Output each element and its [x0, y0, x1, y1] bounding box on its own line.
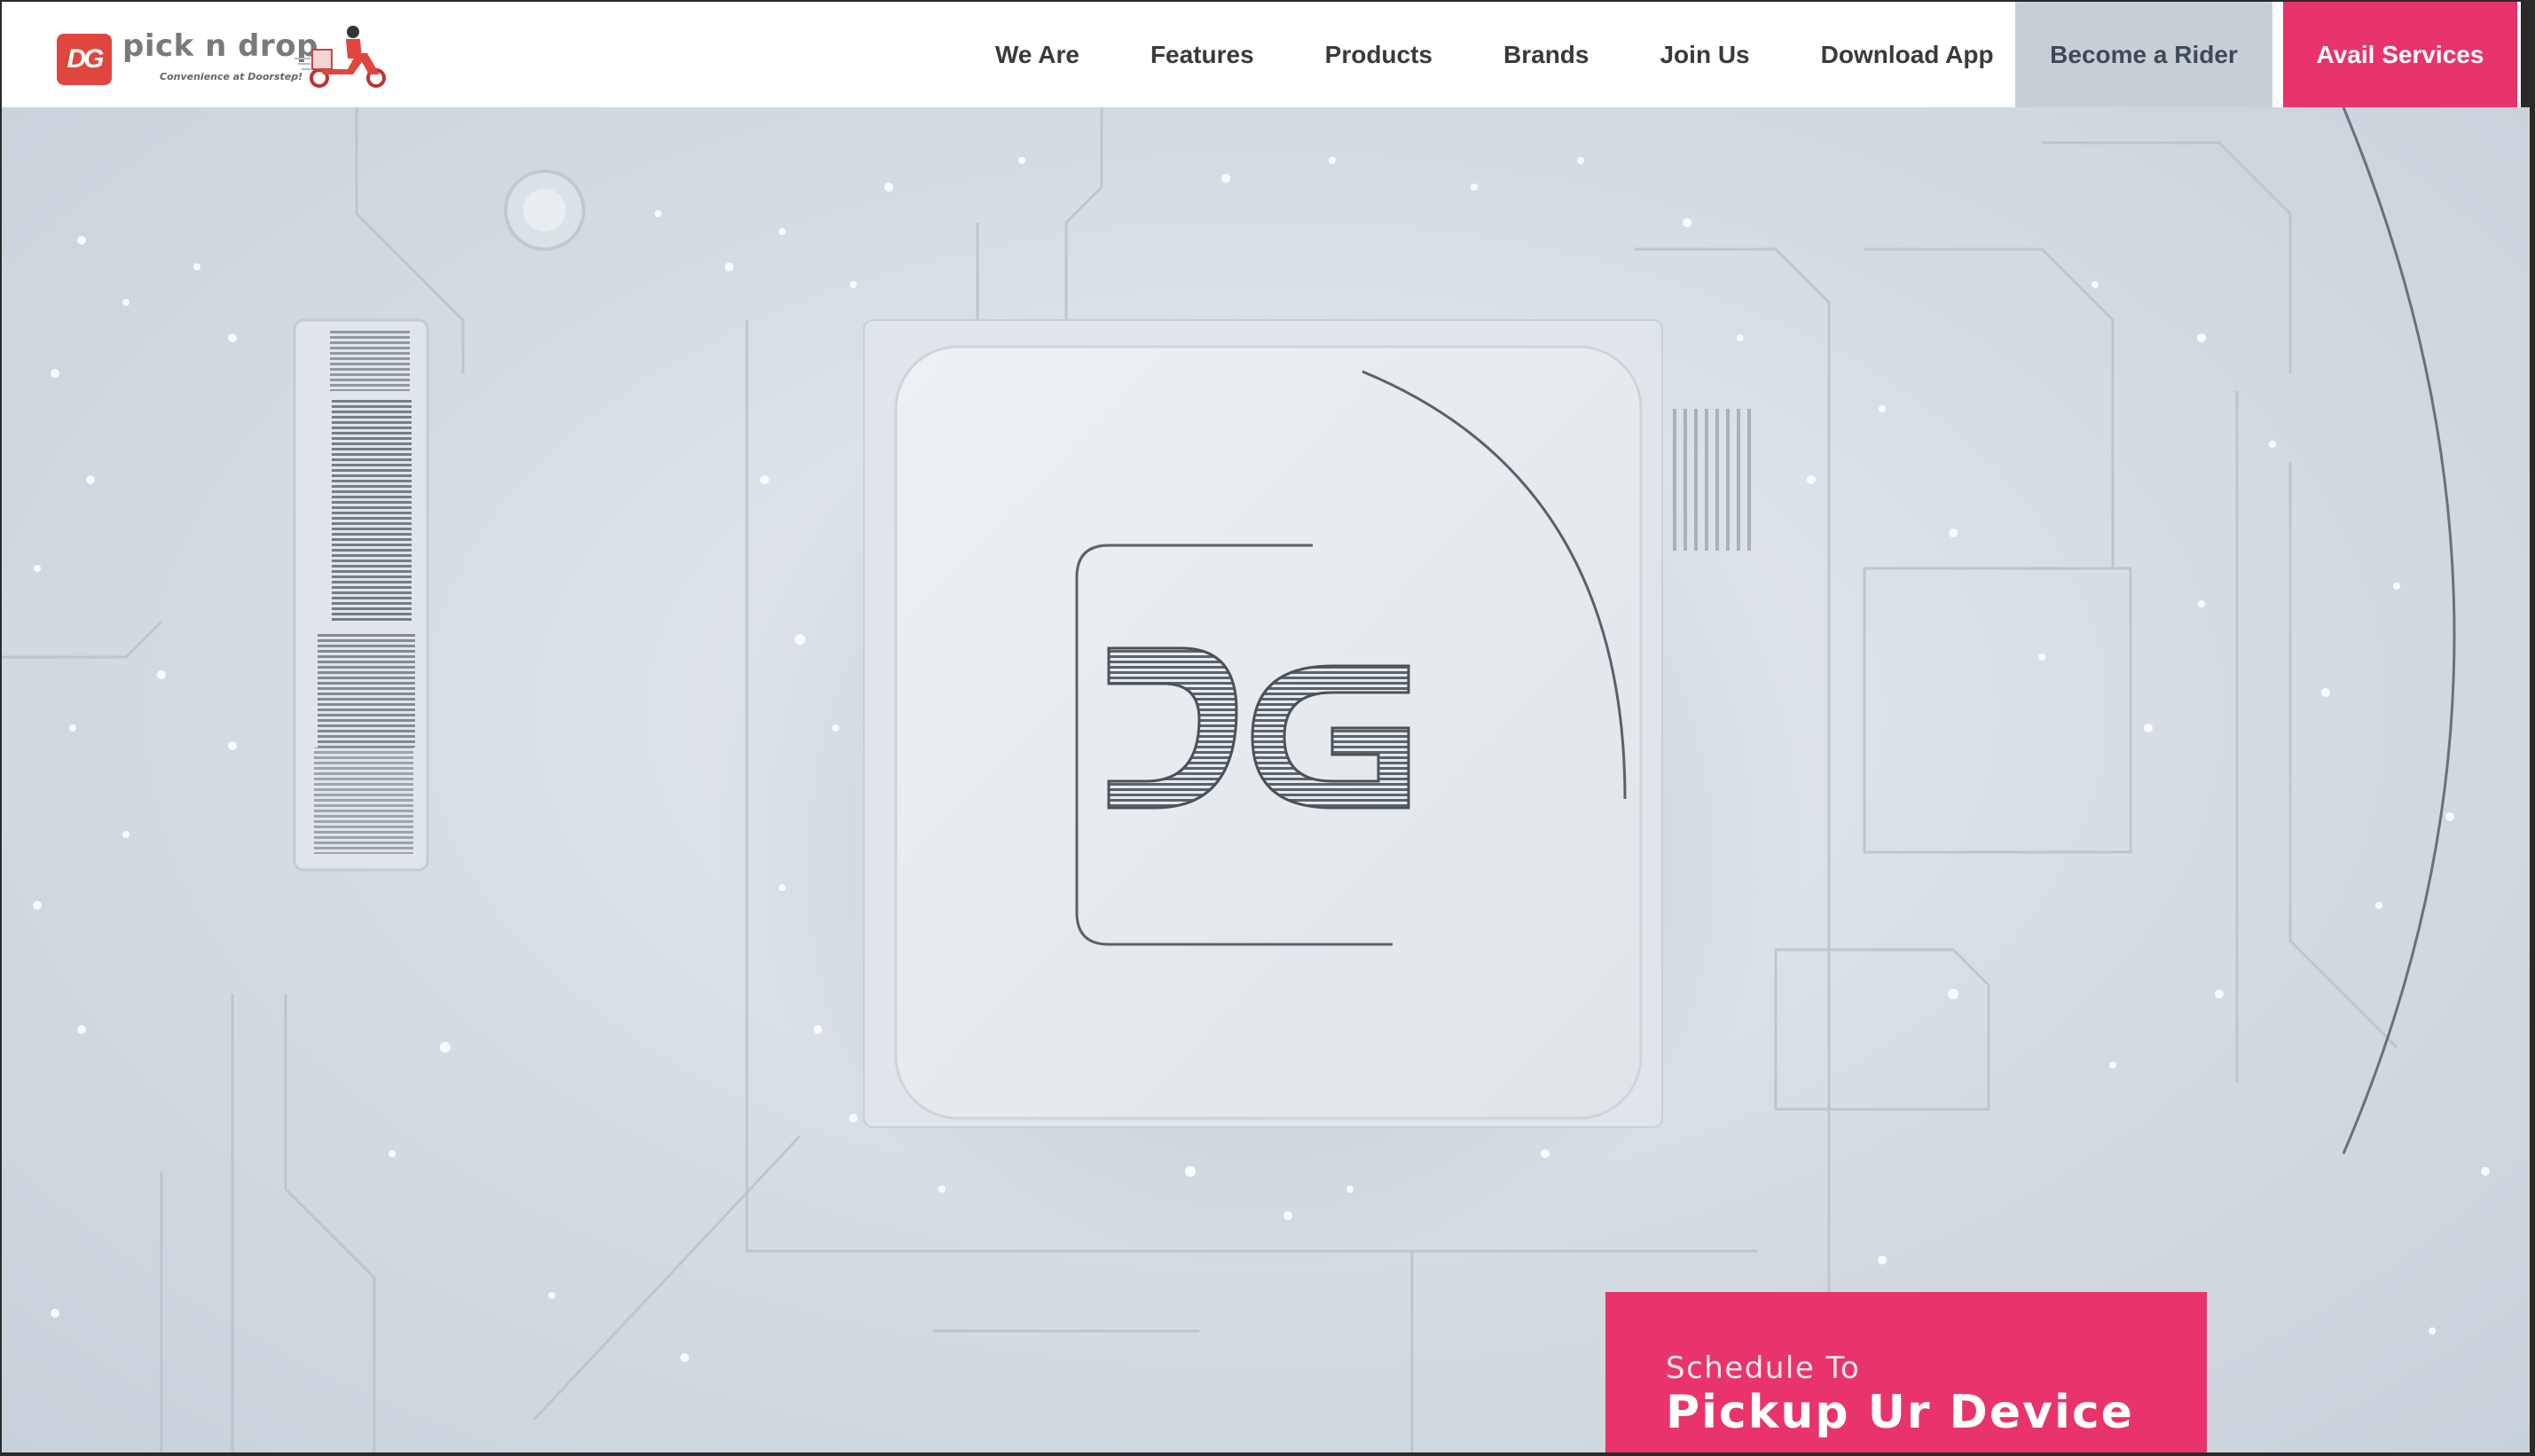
- nav-features[interactable]: Features: [1115, 2, 1290, 107]
- brand-logo[interactable]: DG pick n drop Convenience at Doorstep!: [57, 25, 394, 90]
- main-nav: We Are Features Products Brands Join Us …: [960, 2, 2029, 107]
- become-rider-button[interactable]: Become a Rider: [2015, 2, 2272, 107]
- cta-subtitle: Schedule To: [1666, 1350, 1861, 1386]
- circuit-board-illustration: [2, 107, 2490, 1452]
- brand-tagline: Convenience at Doorstep!: [160, 71, 303, 82]
- scooter-rider-icon: [294, 26, 386, 88]
- nav-brands[interactable]: Brands: [1468, 2, 1624, 107]
- schedule-pickup-card[interactable]: Schedule To Pickup Ur Device: [1605, 1292, 2207, 1452]
- brand-name: pick n drop: [122, 28, 318, 64]
- logo-mark-box: DG: [57, 34, 112, 85]
- logo-mark: DG: [67, 44, 105, 74]
- nav-we-are[interactable]: We Are: [960, 2, 1115, 107]
- hero-section: Schedule To Pickup Ur Device: [2, 107, 2530, 1452]
- nav-products[interactable]: Products: [1290, 2, 1468, 107]
- nav-join-us[interactable]: Join Us: [1624, 2, 1785, 107]
- nav-download-app[interactable]: Download App: [1785, 2, 2029, 107]
- cta-title: Pickup Ur Device: [1666, 1386, 2134, 1439]
- avail-services-button[interactable]: Avail Services: [2283, 2, 2517, 107]
- top-navbar: DG pick n drop Convenience at Doorstep! …: [2, 2, 2521, 107]
